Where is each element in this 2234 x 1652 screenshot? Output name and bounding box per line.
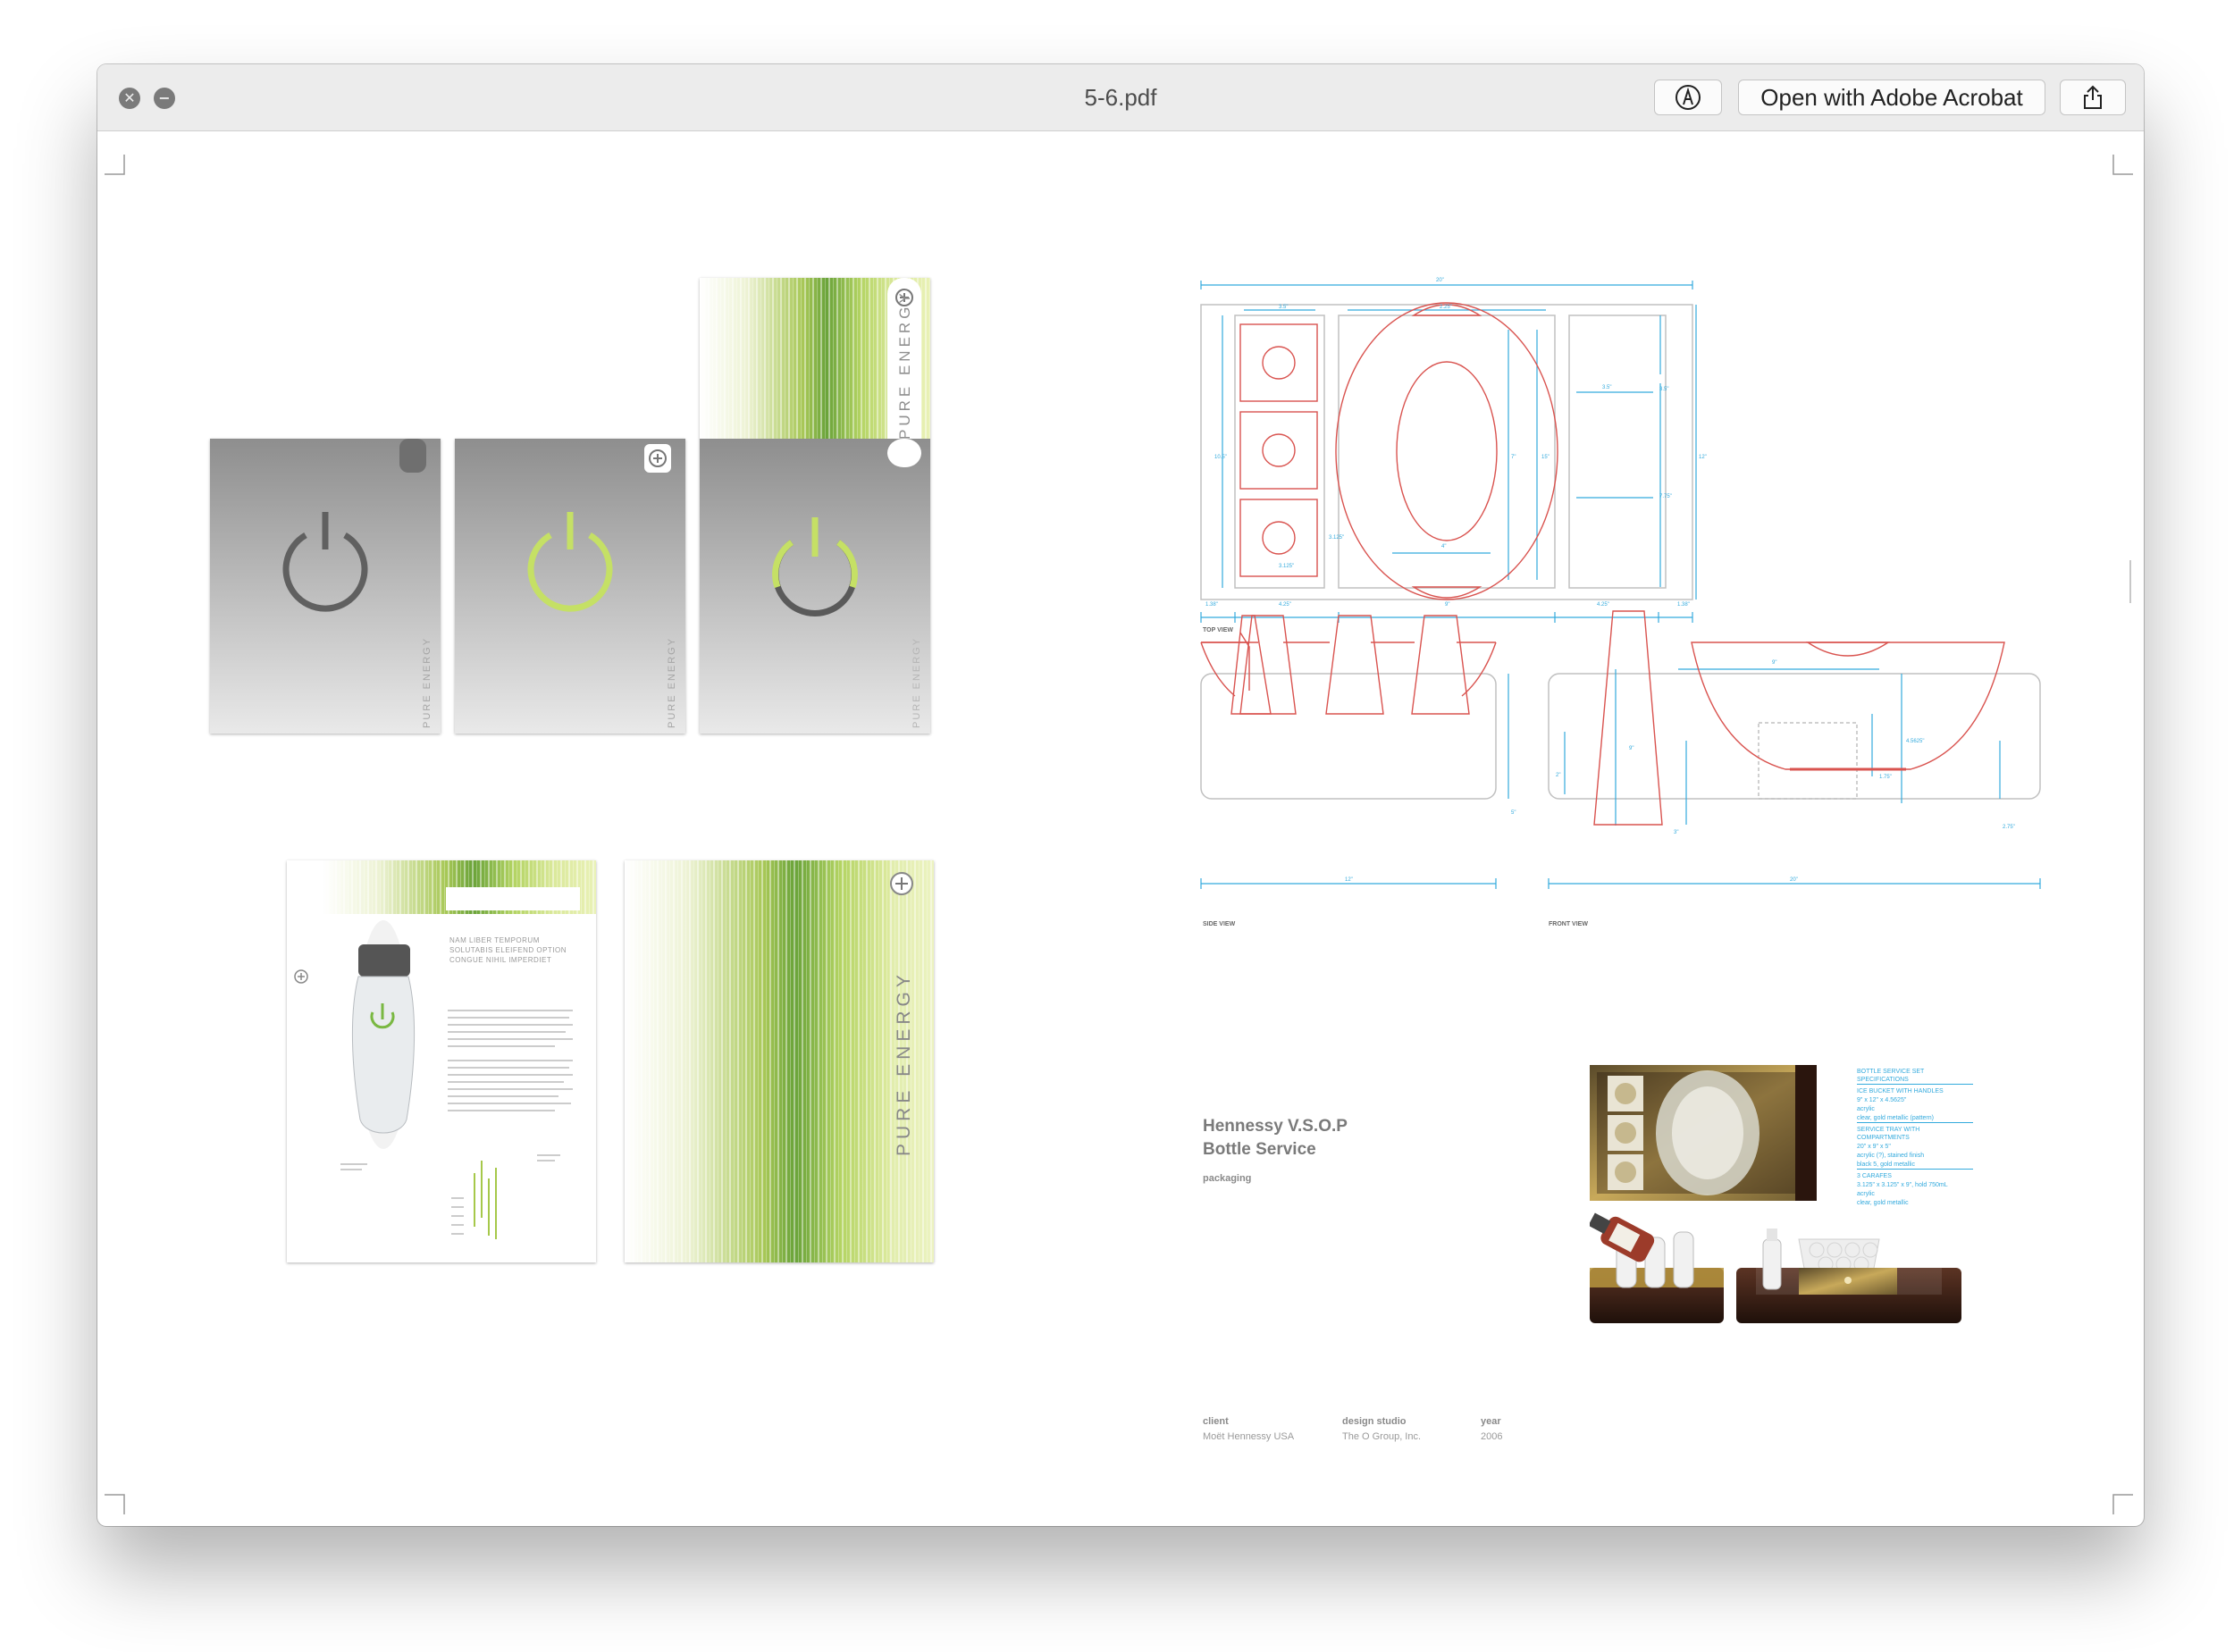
dim-f6: 2.75": [2003, 825, 2015, 830]
dim-f3: 2": [1556, 773, 1561, 778]
power-card-2-brand: PURE ENERGY: [667, 636, 677, 728]
studio-value: The O Group, Inc.: [1342, 1431, 1422, 1442]
dim-b3: 9": [1445, 602, 1450, 608]
title-bar: ✕ − 5-6.pdf Open with Adobe Acrobat: [97, 64, 2144, 131]
dim-d4: 3.5": [1659, 387, 1669, 392]
project-category: packaging: [1203, 1173, 1252, 1184]
dim-side-height: 5": [1511, 810, 1516, 816]
spec-item3-finish: clear, gold metallic: [1857, 1200, 1909, 1206]
dim-h-mid: 7": [1511, 455, 1516, 460]
spec-item3-title: 3 CARAFES: [1857, 1173, 1892, 1179]
brochure-card: [287, 860, 596, 1262]
dim-h-left: 10.5": [1214, 455, 1227, 460]
dim-d5: 3.125": [1329, 535, 1345, 541]
dim-front-width: 20": [1790, 877, 1798, 883]
dim-b4: 4.25": [1597, 602, 1609, 608]
specifications-panel: BOTTLE SERVICE SET SPECIFICATIONS ICE BU…: [1857, 1068, 1973, 1208]
dim-d7: 7.75": [1659, 494, 1672, 499]
dim-h-right: 12": [1699, 455, 1707, 460]
dim-front-top: 9": [1772, 660, 1777, 666]
green-card-brand: PURE ENERGY: [894, 970, 914, 1156]
crop-mark-bottom-right: [2112, 1494, 2133, 1514]
spec-item1-dims: 9" x 12" x 4.5625": [1857, 1097, 1907, 1103]
dim-f5: 3": [1674, 830, 1679, 835]
dim-f2: 1.75": [1879, 775, 1892, 780]
tray-front-render: [1736, 1229, 1961, 1323]
spec-item1-title: ICE BUCKET WITH HANDLES: [1857, 1088, 1944, 1094]
side-view-label: SIDE VIEW: [1203, 921, 1236, 927]
project-title-line2: Bottle Service: [1203, 1140, 1316, 1159]
dim-f4: 9": [1629, 746, 1634, 751]
project-title: Hennessy V.S.O.P Bottle Service: [1203, 1115, 1348, 1161]
dim-w-inner: 4": [1441, 544, 1447, 549]
project-title-line1: Hennessy V.S.O.P: [1203, 1117, 1348, 1136]
top-view-label: TOP VIEW: [1203, 627, 1233, 633]
share-icon: [2084, 85, 2102, 109]
dim-total-width: 20": [1436, 278, 1444, 283]
pdf-page: PURE ENERGY PURE ENERGY PURE ENERGY PURE…: [101, 131, 2140, 1522]
dim-d6: 3.125": [1279, 564, 1295, 569]
preview-window: ✕ − 5-6.pdf Open with Adobe Acrobat PURE…: [97, 64, 2144, 1526]
power-card-3-brand: PURE ENERGY: [896, 289, 913, 440]
power-card-grey: [210, 439, 441, 734]
year-label: year: [1481, 1416, 1501, 1427]
crop-mark-top-left: [105, 155, 125, 175]
power-card-green: [455, 439, 685, 734]
brochure-heading: NAM LIBER TEMPORUM SOLUTABIS ELEIFEND OP…: [449, 936, 567, 964]
technical-drawing: [1200, 281, 2041, 889]
dim-b1: 1.38": [1205, 602, 1218, 608]
spec-item1-finish: clear, gold metallic (pattern): [1857, 1114, 1973, 1123]
tray-top-render: [1590, 1065, 1817, 1201]
spec-item3-dims: 3.125" x 3.125" x 9", hold 750mL: [1857, 1182, 1948, 1188]
dim-f1: 4.5625": [1906, 739, 1925, 744]
dim-d1: 3.5": [1279, 305, 1289, 310]
spec-heading: BOTTLE SERVICE SET SPECIFICATIONS: [1857, 1068, 1973, 1085]
open-with-acrobat-button[interactable]: Open with Adobe Acrobat: [1738, 80, 2045, 115]
markup-button[interactable]: [1654, 80, 1722, 115]
front-view-label: FRONT VIEW: [1549, 921, 1588, 927]
client-value: Moët Hennessy USA: [1203, 1431, 1295, 1442]
dim-d2: 2.25": [1440, 305, 1452, 310]
spec-item2-dims: 20" x 9" x 5": [1857, 1144, 1891, 1150]
crop-mark-top-right: [2112, 155, 2133, 175]
studio-label: design studio: [1342, 1416, 1407, 1427]
dim-d3: 3.5": [1602, 385, 1612, 390]
client-label: client: [1203, 1416, 1229, 1427]
spec-item2-title: SERVICE TRAY WITH COMPARTMENTS: [1857, 1127, 1920, 1141]
spec-item1-mat: acrylic: [1857, 1106, 1875, 1112]
green-stripe-card: [625, 860, 934, 1262]
tray-side-render: [1590, 1212, 1724, 1323]
spec-item2-finish: black 5, gold metallic: [1857, 1161, 1973, 1170]
dim-side-width: 12": [1345, 877, 1353, 883]
dim-b5: 1.38": [1677, 602, 1690, 608]
spec-item3-mat: acrylic: [1857, 1191, 1875, 1197]
power-card-1-brand: PURE ENERGY: [422, 636, 433, 728]
year-value: 2006: [1481, 1431, 1503, 1442]
dim-b2: 4.25": [1279, 602, 1291, 608]
power-card-3-brand-small: PURE ENERGY: [911, 636, 922, 728]
dim-h-oval: 15": [1541, 455, 1550, 460]
markup-pen-icon: [1676, 85, 1701, 110]
crop-mark-bottom-left: [105, 1494, 125, 1514]
share-button[interactable]: [2060, 80, 2126, 115]
spec-item2-mat: acrylic (?), stained finish: [1857, 1153, 1925, 1159]
